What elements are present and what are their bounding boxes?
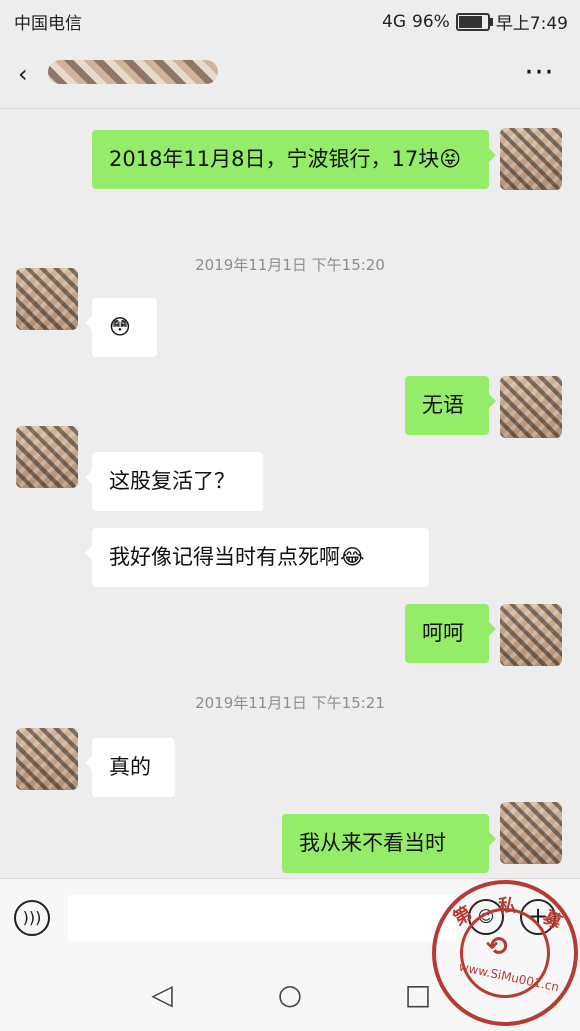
timestamp-1: 2019年11月1日 下午15:20	[195, 256, 385, 274]
avatar-out-1[interactable]	[500, 128, 562, 190]
message-in-1[interactable]: 😳	[85, 298, 157, 357]
watermark-seal: 第 私 募 ⟲ www.SiMu001.cn	[432, 880, 578, 1026]
more-icon[interactable]: ⋯	[524, 54, 556, 89]
clock: 早上7:49	[495, 14, 568, 34]
back-button[interactable]: ◁	[144, 977, 180, 1013]
battery-icon	[455, 12, 493, 31]
status-bar: 中国电信 4G 96% 早上7:49	[0, 0, 580, 40]
back-icon[interactable]: ‹	[18, 60, 28, 88]
watermark-char-2: 私	[498, 896, 516, 917]
voice-icon[interactable]: )))	[14, 900, 50, 936]
carrier-label: 中国电信	[14, 14, 82, 34]
avatar-out-4[interactable]	[500, 802, 562, 864]
avatar-out-3[interactable]	[500, 604, 562, 666]
message-in-2[interactable]: 这股复活了？	[85, 452, 263, 511]
signal-icon: 4G	[382, 11, 407, 32]
recent-apps-button[interactable]: □	[400, 977, 436, 1013]
message-input[interactable]	[68, 895, 456, 941]
message-in-3[interactable]: 我好像记得当时有点死啊😂	[85, 528, 429, 587]
chat-title-mosaic	[48, 60, 218, 84]
message-out-4[interactable]: 我从来不看当时	[282, 814, 496, 873]
message-out-3[interactable]: 呵呵	[405, 604, 496, 663]
message-in-4[interactable]: 真的	[85, 738, 175, 797]
avatar-in-2[interactable]	[16, 426, 78, 488]
watermark-center-logo: ⟲	[486, 932, 508, 962]
avatar-in-3[interactable]	[16, 728, 78, 790]
chat-area: 2018年11月8日，宁波银行，17块😝 2019年11月1日 下午15:20 …	[0, 108, 580, 878]
battery-percentage: 96%	[412, 11, 450, 32]
avatar-in-1[interactable]	[16, 268, 78, 330]
timestamp-2: 2019年11月1日 下午15:21	[195, 694, 385, 712]
message-out-1[interactable]: 2018年11月8日，宁波银行，17块😝	[92, 130, 496, 189]
chat-header: ‹ ⋯	[0, 40, 580, 109]
status-right: 4G 96% 早上7:49	[382, 9, 568, 35]
message-out-2[interactable]: 无语	[405, 376, 496, 435]
home-button[interactable]: ○	[272, 977, 308, 1013]
avatar-out-2[interactable]	[500, 376, 562, 438]
